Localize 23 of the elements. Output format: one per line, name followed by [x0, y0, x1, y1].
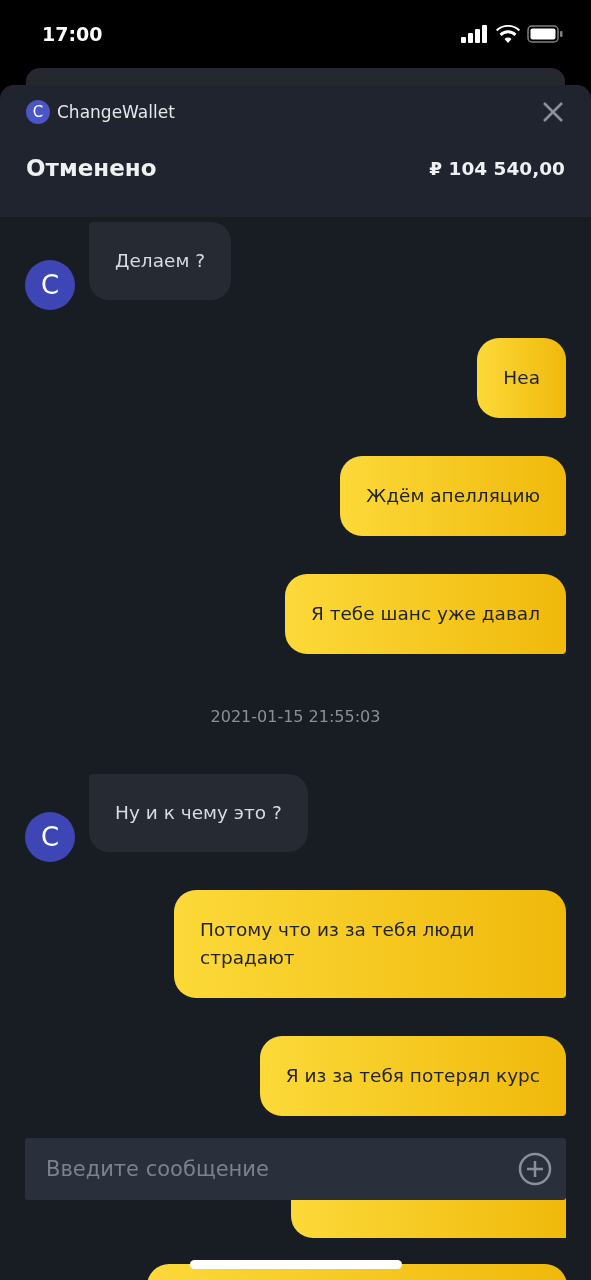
message-bubble: Ну и к чему это ? — [89, 774, 308, 852]
battery-icon — [527, 25, 563, 43]
signal-icon — [461, 25, 489, 43]
message-bubble: Неа — [477, 338, 566, 418]
wifi-icon — [496, 25, 520, 43]
message-bubble: Потому что из за тебя люди страдают — [174, 890, 566, 998]
plus-icon — [518, 1152, 552, 1186]
message-bubble: Я тебе шанс уже давал — [284, 574, 566, 654]
message-field[interactable]: Введите сообщение — [25, 1138, 566, 1200]
message-bubble: Делаем ? — [89, 222, 232, 300]
close-button[interactable] — [541, 100, 565, 124]
order-amount: ₽ 104 540,00 — [429, 157, 565, 179]
close-icon — [541, 100, 565, 124]
order-status: Отменено — [26, 155, 157, 181]
message-bubble: Ждём апелляцию — [340, 456, 566, 536]
avatar: C — [25, 260, 75, 310]
message-bubble: Я из за тебя потерял курс — [259, 1036, 566, 1116]
app-logo: C — [26, 100, 50, 124]
avatar: C — [25, 812, 75, 862]
status-time: 17:00 — [42, 23, 103, 45]
app-name: ChangeWallet — [57, 102, 175, 122]
timestamp: 2021-01-15 21:55:03 — [210, 707, 381, 726]
add-button[interactable] — [518, 1152, 552, 1186]
